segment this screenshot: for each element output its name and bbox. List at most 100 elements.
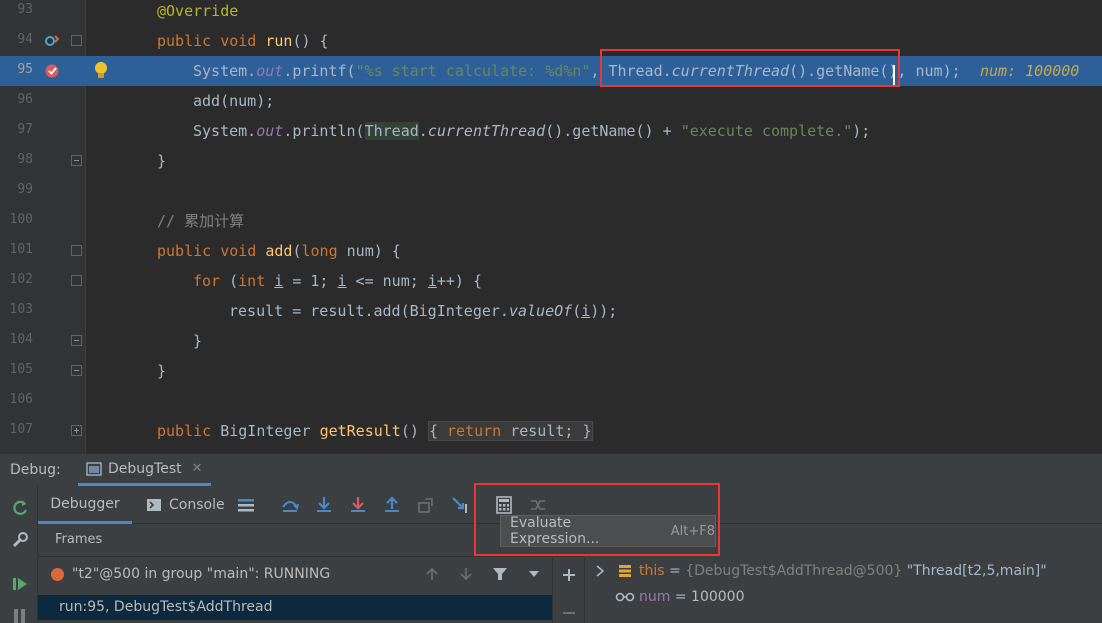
watch-glasses-icon	[615, 592, 635, 602]
code-comment: // 累加计算	[157, 212, 245, 230]
tab-console[interactable]: Console	[146, 486, 236, 524]
fold-end-icon[interactable]	[71, 365, 82, 376]
variable-value: {DebugTest$AddThread@500}	[685, 563, 903, 579]
code-line-93[interactable]: 93 @Override	[0, 0, 1102, 26]
run-to-cursor-icon[interactable]	[450, 495, 470, 515]
run-tab-label: DebugTest	[108, 460, 182, 477]
code-text: public void add(long num) {	[157, 242, 401, 260]
tab-debugger[interactable]: Debugger	[38, 486, 132, 524]
code-text: add(num);	[193, 92, 275, 110]
line-number: 96	[17, 92, 33, 107]
code-line-97[interactable]: 97 System.out.println(Thread.currentThre…	[0, 116, 1102, 146]
tab-debugger-label: Debugger	[50, 495, 120, 512]
debug-label: Debug:	[10, 462, 61, 478]
code-text: result = result.add(BigInteger.valueOf(i…	[229, 302, 618, 320]
code-text: @Override	[157, 0, 238, 22]
chevron-down-icon[interactable]	[528, 568, 540, 580]
code-line-102[interactable]: 102 for (int i = 1; i <= num; i++) {	[0, 266, 1102, 296]
variable-eq: =	[664, 563, 686, 579]
code-line-98[interactable]: 98 }	[0, 146, 1102, 176]
arrow-up-icon[interactable]	[424, 566, 440, 582]
code-line-101[interactable]: 101 public void add(long num) {	[0, 236, 1102, 266]
line-number: 104	[9, 332, 33, 347]
remove-watch-icon[interactable]	[562, 606, 576, 620]
code-line-94[interactable]: 94 public void run() {	[0, 26, 1102, 56]
override-method-icon[interactable]	[44, 33, 60, 49]
line-number: 98	[17, 152, 33, 167]
variable-extra: "Thread[t2,5,main]"	[902, 563, 1047, 579]
drop-frame-icon[interactable]	[416, 495, 436, 515]
code-text: public void run() {	[157, 32, 329, 50]
line-number: 99	[17, 182, 33, 197]
debug-title-bar: Debug: DebugTest ✕	[0, 454, 1102, 486]
highlight-box-evaluate	[474, 483, 720, 556]
pause-icon[interactable]	[10, 606, 30, 623]
stack-frame-item[interactable]: run:95, DebugTest$AddThread	[38, 595, 552, 620]
close-icon[interactable]: ✕	[192, 461, 203, 476]
thread-selector[interactable]: "t2"@500 in group "main": RUNNING	[38, 558, 584, 590]
code-line-99[interactable]: 99	[0, 176, 1102, 206]
run-config-tab[interactable]: DebugTest ✕	[78, 454, 211, 486]
breakpoint-icon[interactable]	[44, 63, 60, 79]
step-out-icon[interactable]	[382, 495, 402, 515]
expand-arrow-icon[interactable]	[595, 565, 605, 577]
code-text: public BigInteger getResult() { return r…	[157, 421, 593, 441]
inline-debug-value: num: 100000	[980, 62, 1080, 80]
code-line-104[interactable]: 104 }	[0, 326, 1102, 356]
intention-bulb-icon[interactable]	[93, 60, 109, 82]
variable-entry: this = {DebugTest$AddThread@500} "Thread…	[639, 563, 1047, 579]
thread-label: "t2"@500 in group "main": RUNNING	[72, 566, 331, 582]
code-line-100[interactable]: 100 // 累加计算	[0, 206, 1102, 236]
code-line-96[interactable]: 96 add(num);	[0, 86, 1102, 116]
variable-value: 100000	[691, 589, 745, 605]
wrench-icon[interactable]	[10, 530, 30, 550]
rerun-icon[interactable]	[10, 498, 30, 518]
code-editor[interactable]: 93 @Override 94 public void run() { 95 S…	[0, 0, 1102, 453]
variables-panel: this = {DebugTest$AddThread@500} "Thread…	[584, 558, 1102, 623]
fold-marker-icon[interactable]	[71, 275, 82, 286]
line-number: 95	[17, 62, 33, 77]
variable-name: this	[639, 563, 665, 579]
variable-row-num[interactable]: num = 100000	[585, 587, 744, 611]
filter-icon[interactable]	[492, 566, 508, 582]
fold-marker-icon[interactable]	[71, 35, 82, 46]
code-line-106[interactable]: 106	[0, 386, 1102, 416]
arrow-down-icon[interactable]	[458, 566, 474, 582]
code-line-105[interactable]: 105 }	[0, 356, 1102, 386]
fold-end-icon[interactable]	[71, 335, 82, 346]
force-step-into-icon[interactable]	[348, 495, 368, 515]
line-number: 100	[9, 212, 33, 227]
fold-marker-icon[interactable]	[71, 245, 82, 256]
code-line-103[interactable]: 103 result = result.add(BigInteger.value…	[0, 296, 1102, 326]
variable-row-this[interactable]: this = {DebugTest$AddThread@500} "Thread…	[585, 561, 1047, 585]
code-text: }	[157, 152, 167, 170]
line-number: 102	[9, 272, 33, 287]
step-into-icon[interactable]	[314, 495, 334, 515]
thread-status-icon	[51, 568, 64, 581]
variable-eq: =	[670, 589, 692, 605]
add-watch-icon[interactable]	[562, 568, 576, 582]
step-over-icon[interactable]	[280, 495, 300, 515]
line-number: 107	[9, 422, 33, 437]
debug-left-toolbar	[0, 486, 38, 623]
variable-entry: num = 100000	[639, 589, 744, 605]
stack-frame-label: run:95, DebugTest$AddThread	[59, 599, 273, 615]
line-number: 93	[17, 2, 33, 17]
variables-toolbar	[552, 558, 584, 623]
resume-icon[interactable]	[10, 574, 30, 594]
code-text: System.out.println(Thread.currentThread(…	[193, 122, 871, 140]
code-text: }	[157, 362, 167, 380]
variable-name: num	[639, 589, 671, 605]
fold-collapsed-icon[interactable]	[71, 425, 82, 436]
annotation: @Override	[157, 2, 239, 20]
line-number: 106	[9, 392, 33, 407]
code-line-107[interactable]: 107 public BigInteger getResult() { retu…	[0, 416, 1102, 446]
code-line-95-current[interactable]: 95 System.out.printf("%s start calculate…	[0, 56, 1102, 86]
line-number: 97	[17, 122, 33, 137]
tab-console-label: Console	[169, 497, 225, 513]
fold-end-icon[interactable]	[71, 155, 82, 166]
run-config-icon	[86, 461, 102, 476]
line-number: 105	[9, 362, 33, 377]
show-execution-point-icon[interactable]	[236, 495, 256, 515]
code-text: for (int i = 1; i <= num; i++) {	[193, 272, 482, 290]
